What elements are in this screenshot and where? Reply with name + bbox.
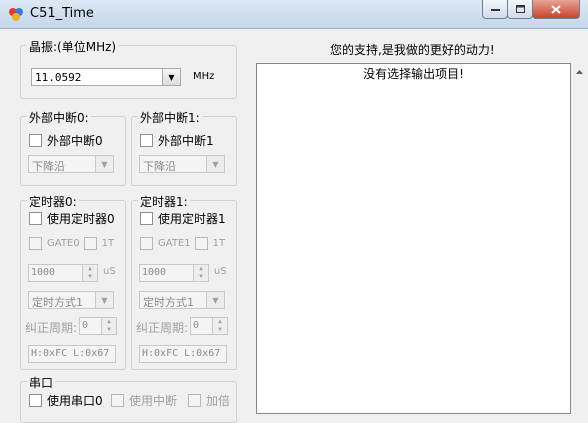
timer0-reg-field: H:0xFC L:0x67 [28,345,116,363]
timer1-time-input[interactable]: 1000 ▲ ▼ [139,264,209,282]
minimize-icon [490,9,500,11]
timer1-use-row[interactable]: 使用定时器1 [140,210,226,227]
maximize-icon [515,5,525,13]
timer0-gate-label: GATE0 [47,238,80,249]
chevron-down-icon[interactable]: ▼ [162,69,180,85]
serial-double-row[interactable]: 加倍 [188,392,230,409]
timer0-label: 定时器0: [27,193,79,210]
ext0-checkbox[interactable] [29,134,42,147]
window-title: C51_Time [30,6,94,21]
serial-interrupt-checkbox[interactable] [111,394,124,407]
chevron-down-icon[interactable]: ▼ [95,156,113,172]
output-scrollbar[interactable] [571,63,588,414]
timer0-time-unit: uS [103,266,116,277]
timer0-reg-text: H:0xFC L:0x67 [31,348,110,359]
crystal-group: 晶振:(单位MHz) 11.0592 ▼ MHz [20,38,237,99]
timer0-1t-checkbox[interactable] [83,237,97,250]
serial-use-checkbox[interactable] [29,394,42,407]
timer1-time-unit: uS [214,266,227,277]
crystal-select[interactable]: 11.0592 ▼ [31,68,181,86]
ext1-label: 外部中断1: [138,109,202,126]
timer1-corr-value: 0 [193,320,200,331]
timer1-reg-text: H:0xFC L:0x67 [142,348,221,359]
chevron-down-icon[interactable]: ▼ [206,156,224,172]
title-bar: C51_Time [0,0,588,29]
serial-label: 串口 [27,374,56,391]
ext0-edge-value: 下降沿 [32,160,65,173]
timer1-mode-select[interactable]: 定时方式1 ▼ [139,291,225,309]
ext1-group: 外部中断1: 外部中断1 下降沿 ▼ [131,109,237,186]
ext0-edge-select[interactable]: 下降沿 ▼ [28,155,114,173]
ext1-checkbox-row[interactable]: 外部中断1 [140,132,214,149]
ext1-checkbox[interactable] [140,134,153,147]
timer1-label: 定时器1: [138,193,190,210]
close-button[interactable] [532,0,580,19]
timer0-corr-label: 纠正周期: [25,321,78,335]
timer0-use-row[interactable]: 使用定时器0 [29,210,115,227]
close-icon [551,4,561,14]
thanks-text: 您的支持,是我做的更好的动力! [330,43,495,57]
timer0-corr-spinner[interactable]: ▲ ▼ [101,318,116,334]
timer0-use-checkbox[interactable] [29,212,42,225]
timer1-group: 定时器1: 使用定时器1 GATE1 1T 1000 ▲ ▼ uS 定时方式1 ▼… [131,193,237,370]
timer1-reg-field: H:0xFC L:0x67 [139,345,227,363]
serial-group: 串口 使用串口0 使用中断 加倍 [20,374,237,423]
ext0-label: 外部中断0: [27,109,91,126]
timer1-corr-label: 纠正周期: [136,321,189,335]
ext1-check-label: 外部中断1 [158,134,214,148]
timer1-corr-spinner[interactable]: ▲ ▼ [212,318,227,334]
app-icon [9,8,23,21]
serial-double-label: 加倍 [206,394,231,408]
timer0-mode-value: 定时方式1 [32,296,83,309]
timer1-corr-input[interactable]: 0 ▲ ▼ [190,317,228,335]
timer1-1t-label: 1T [212,238,226,249]
timer0-corr-value: 0 [82,320,89,331]
timer1-gate-label: GATE1 [158,238,191,249]
timer0-gate-row[interactable]: GATE0 1T [29,237,114,250]
timer0-gate-checkbox[interactable] [29,237,42,250]
timer1-use-checkbox[interactable] [140,212,153,225]
maximize-button[interactable] [507,0,533,19]
chevron-down-icon[interactable]: ▼ [95,292,113,308]
timer1-gate-row[interactable]: GATE1 1T [140,237,225,250]
serial-double-checkbox[interactable] [188,394,201,407]
timer1-gate-checkbox[interactable] [140,237,153,250]
ext0-group: 外部中断0: 外部中断0 下降沿 ▼ [20,109,126,186]
crystal-unit: MHz [193,71,215,82]
timer0-mode-select[interactable]: 定时方式1 ▼ [28,291,114,309]
chevron-down-icon[interactable]: ▼ [206,292,224,308]
ext0-check-label: 外部中断0 [47,134,103,148]
output-message: 没有选择输出项目! [363,67,464,81]
crystal-value: 11.0592 [35,71,82,84]
scroll-up-icon [576,69,583,74]
ext1-edge-value: 下降沿 [143,160,176,173]
timer0-time-spinner[interactable]: ▲ ▼ [82,265,97,281]
serial-interrupt-label: 使用中断 [129,394,178,408]
output-textbox[interactable]: 没有选择输出项目! [256,63,571,414]
scroll-up-button[interactable] [571,63,588,80]
timer1-mode-value: 定时方式1 [143,296,194,309]
timer1-use-label: 使用定时器1 [158,212,226,226]
serial-use-label: 使用串口0 [47,394,103,408]
timer1-1t-checkbox[interactable] [194,237,208,250]
timer1-time-spinner[interactable]: ▲ ▼ [193,265,208,281]
timer0-time-value: 1000 [31,267,56,278]
timer0-1t-label: 1T [101,238,115,249]
timer0-use-label: 使用定时器0 [47,212,115,226]
ext1-edge-select[interactable]: 下降沿 ▼ [139,155,225,173]
ext0-checkbox-row[interactable]: 外部中断0 [29,132,103,149]
serial-use-row[interactable]: 使用串口0 [29,392,103,409]
serial-interrupt-row[interactable]: 使用中断 [111,392,177,409]
timer0-corr-input[interactable]: 0 ▲ ▼ [79,317,117,335]
crystal-label: 晶振:(单位MHz) [27,38,119,55]
timer1-time-value: 1000 [142,267,167,278]
timer0-group: 定时器0: 使用定时器0 GATE0 1T 1000 ▲ ▼ uS 定时方式1 ▼… [20,193,126,370]
timer0-time-input[interactable]: 1000 ▲ ▼ [28,264,98,282]
minimize-button[interactable] [482,0,508,19]
